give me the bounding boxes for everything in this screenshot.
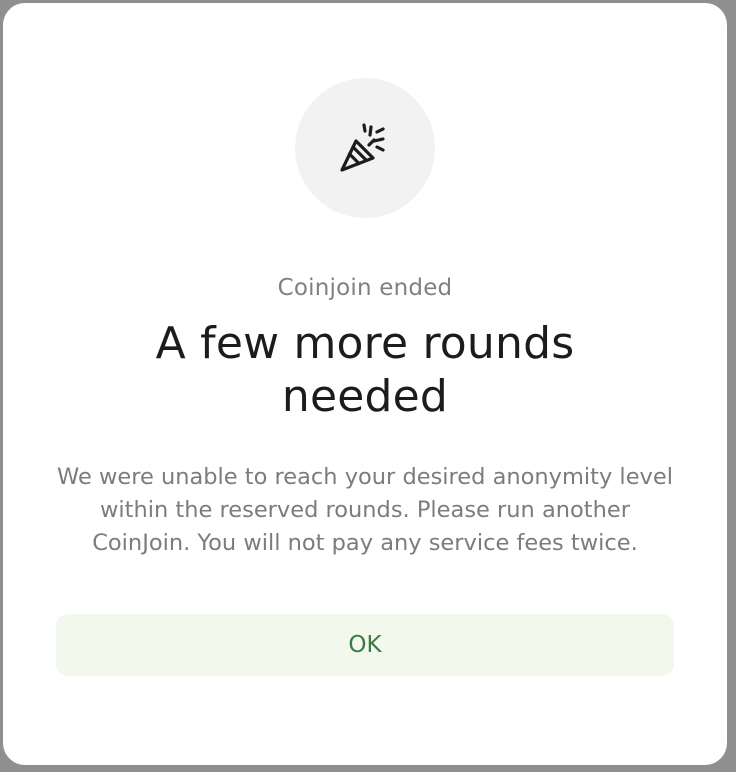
ok-button[interactable]: OK — [56, 614, 674, 676]
dialog-description: We were unable to reach your desired ano… — [57, 464, 673, 556]
coinjoin-ended-modal: Coinjoin ended A few more rounds needed … — [3, 3, 727, 765]
dialog-title: A few more rounds needed — [155, 318, 575, 422]
modal-backdrop: Coinjoin ended A few more rounds needed … — [0, 0, 736, 772]
dialog-subtitle: Coinjoin ended — [277, 275, 453, 301]
icon-container — [295, 78, 435, 218]
party-popper-icon — [340, 123, 385, 172]
